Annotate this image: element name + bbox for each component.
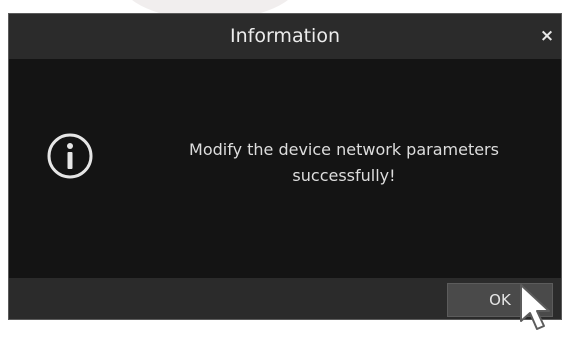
dialog-message-line-2: successfully!	[292, 166, 396, 185]
close-icon[interactable]: ×	[537, 14, 557, 59]
information-dialog: Information × Modify the device network …	[8, 13, 562, 320]
dialog-titlebar: Information ×	[9, 14, 561, 59]
dialog-message-line-1: Modify the device network parameters	[189, 140, 499, 159]
dialog-body: Modify the device network parameters suc…	[9, 59, 561, 278]
mouse-cursor-icon	[520, 284, 550, 330]
dialog-message: Modify the device network parameters suc…	[139, 137, 549, 189]
dialog-footer: OK	[9, 278, 561, 319]
info-circle-icon	[47, 133, 93, 179]
dialog-title: Information	[230, 25, 340, 47]
